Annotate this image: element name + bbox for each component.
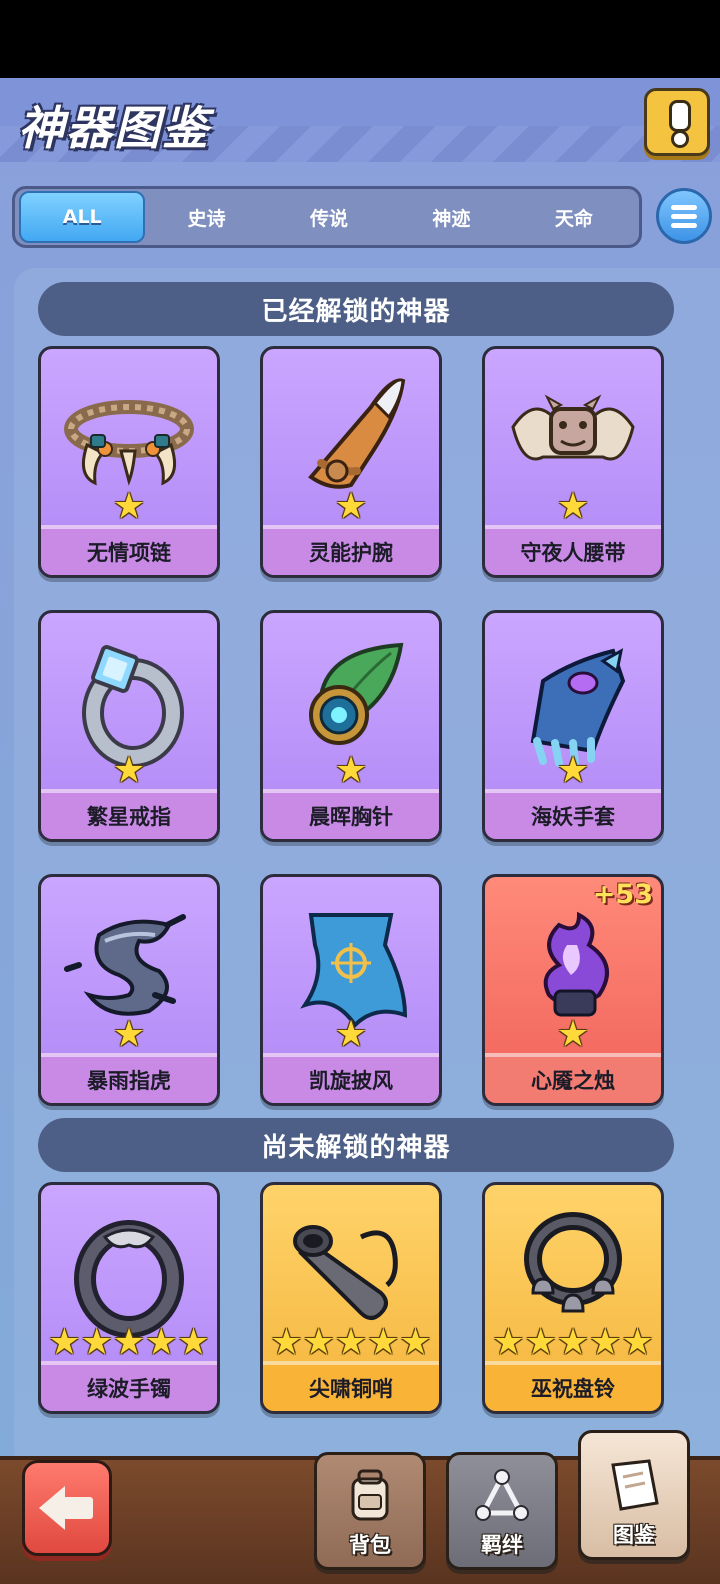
artifact-card[interactable]: ★ ★ ★ ★ ★ 巫祝盘铃 bbox=[482, 1182, 664, 1414]
star-icon: ★ bbox=[80, 1322, 113, 1363]
triangle-link-icon bbox=[475, 1469, 529, 1521]
star-rating: ★ ★ ★ ★ ★ bbox=[485, 1323, 661, 1363]
nav-codex-label: 图鉴 bbox=[613, 1523, 655, 1547]
tab-miracle[interactable]: 神迹 bbox=[390, 191, 512, 243]
star-rating: ★ bbox=[41, 1015, 217, 1055]
artifact-name: 凯旋披风 bbox=[263, 1053, 439, 1103]
tab-legend[interactable]: 传说 bbox=[268, 191, 390, 243]
star-icon: ★ bbox=[556, 750, 590, 791]
unlocked-section-header: 已经解锁的神器 bbox=[38, 282, 674, 336]
star-icon: ★ bbox=[270, 1322, 303, 1363]
artifact-name: 绿波手镯 bbox=[41, 1361, 217, 1411]
nav-bag-button[interactable]: 背包 bbox=[314, 1452, 426, 1570]
artifact-card[interactable]: +53 ★ 心魇之烛 bbox=[482, 874, 664, 1106]
exclamation-icon bbox=[666, 100, 691, 148]
star-rating: ★ ★ ★ ★ ★ bbox=[263, 1323, 439, 1363]
artifact-name: 晨晖胸针 bbox=[263, 789, 439, 839]
star-icon: ★ bbox=[334, 486, 368, 527]
rarity-tab-bar: ALL 史诗 传说 神迹 天命 bbox=[12, 186, 642, 248]
tab-all[interactable]: ALL bbox=[19, 191, 146, 243]
nav-codex-button[interactable]: 图鉴 bbox=[578, 1430, 690, 1560]
artifact-card[interactable]: ★ 繁星戒指 bbox=[38, 610, 220, 842]
star-icon: ★ bbox=[112, 486, 146, 527]
star-icon: ★ bbox=[367, 1322, 400, 1363]
artifact-name: 无情项链 bbox=[41, 525, 217, 575]
locked-section-header: 尚未解锁的神器 bbox=[38, 1118, 674, 1172]
arrow-left-icon bbox=[39, 1486, 95, 1530]
artifact-name: 心魇之烛 bbox=[485, 1053, 661, 1103]
tab-epic[interactable]: 史诗 bbox=[145, 191, 267, 243]
star-icon: ★ bbox=[112, 750, 146, 791]
star-rating: ★ bbox=[485, 487, 661, 527]
star-icon: ★ bbox=[334, 750, 368, 791]
star-rating: ★ ★ ★ ★ ★ bbox=[41, 1323, 217, 1363]
list-menu-button[interactable] bbox=[656, 188, 712, 244]
backpack-icon bbox=[351, 1469, 389, 1521]
artifact-card[interactable]: ★ 海妖手套 bbox=[482, 610, 664, 842]
star-icon: ★ bbox=[334, 1014, 368, 1055]
star-rating: ★ bbox=[263, 487, 439, 527]
star-icon: ★ bbox=[589, 1322, 622, 1363]
star-rating: ★ bbox=[263, 751, 439, 791]
artifact-card[interactable]: ★ ★ ★ ★ ★ 尖啸铜哨 bbox=[260, 1182, 442, 1414]
artifact-name: 暴雨指虎 bbox=[41, 1053, 217, 1103]
help-button[interactable] bbox=[644, 88, 710, 156]
bonus-badge: +53 bbox=[592, 879, 653, 910]
star-icon: ★ bbox=[145, 1322, 178, 1363]
star-rating: ★ bbox=[41, 751, 217, 791]
artifact-name: 守夜人腰带 bbox=[485, 525, 661, 575]
page-title: 神器图鉴 bbox=[18, 101, 210, 155]
artifact-card[interactable]: ★ 晨晖胸针 bbox=[260, 610, 442, 842]
menu-line bbox=[671, 222, 697, 228]
star-icon: ★ bbox=[112, 1322, 146, 1363]
star-rating: ★ bbox=[485, 751, 661, 791]
book-icon bbox=[611, 1459, 659, 1511]
artifact-name: 尖啸铜哨 bbox=[263, 1361, 439, 1411]
artifact-card[interactable]: ★ 暴雨指虎 bbox=[38, 874, 220, 1106]
star-icon: ★ bbox=[302, 1322, 335, 1363]
artifact-card[interactable]: ★ 无情项链 bbox=[38, 346, 220, 578]
artifact-card[interactable]: ★ 守夜人腰带 bbox=[482, 346, 664, 578]
star-rating: ★ bbox=[485, 1015, 661, 1055]
artifact-card[interactable]: ★ 凯旋披风 bbox=[260, 874, 442, 1106]
star-rating: ★ bbox=[41, 487, 217, 527]
star-icon: ★ bbox=[399, 1322, 432, 1363]
star-icon: ★ bbox=[556, 1322, 590, 1363]
header: 神器图鉴 bbox=[0, 78, 720, 162]
star-icon: ★ bbox=[112, 1014, 146, 1055]
star-icon: ★ bbox=[334, 1322, 368, 1363]
menu-line bbox=[671, 213, 697, 219]
tab-destiny[interactable]: 天命 bbox=[513, 191, 635, 243]
back-button[interactable] bbox=[22, 1460, 112, 1556]
star-icon: ★ bbox=[621, 1322, 654, 1363]
status-bar bbox=[0, 0, 720, 78]
artifact-name: 繁星戒指 bbox=[41, 789, 217, 839]
star-icon: ★ bbox=[177, 1322, 210, 1363]
star-icon: ★ bbox=[48, 1322, 81, 1363]
star-rating: ★ bbox=[263, 1015, 439, 1055]
nav-bond-button[interactable]: 羁绊 bbox=[446, 1452, 558, 1570]
star-icon: ★ bbox=[524, 1322, 557, 1363]
artifact-name: 灵能护腕 bbox=[263, 525, 439, 575]
menu-line bbox=[671, 204, 697, 210]
star-icon: ★ bbox=[492, 1322, 525, 1363]
nav-bag-label: 背包 bbox=[349, 1533, 391, 1557]
game-screen: 神器图鉴 ALL 史诗 传说 神迹 天命 已经解锁的神器 ★ 无情项链 ★ 灵能… bbox=[0, 78, 720, 1584]
star-icon: ★ bbox=[556, 486, 590, 527]
artifact-card[interactable]: ★ 灵能护腕 bbox=[260, 346, 442, 578]
artifact-name: 巫祝盘铃 bbox=[485, 1361, 661, 1411]
artifact-name: 海妖手套 bbox=[485, 789, 661, 839]
nav-bond-label: 羁绊 bbox=[481, 1533, 523, 1557]
star-icon: ★ bbox=[556, 1014, 590, 1055]
artifact-card[interactable]: ★ ★ ★ ★ ★ 绿波手镯 bbox=[38, 1182, 220, 1414]
